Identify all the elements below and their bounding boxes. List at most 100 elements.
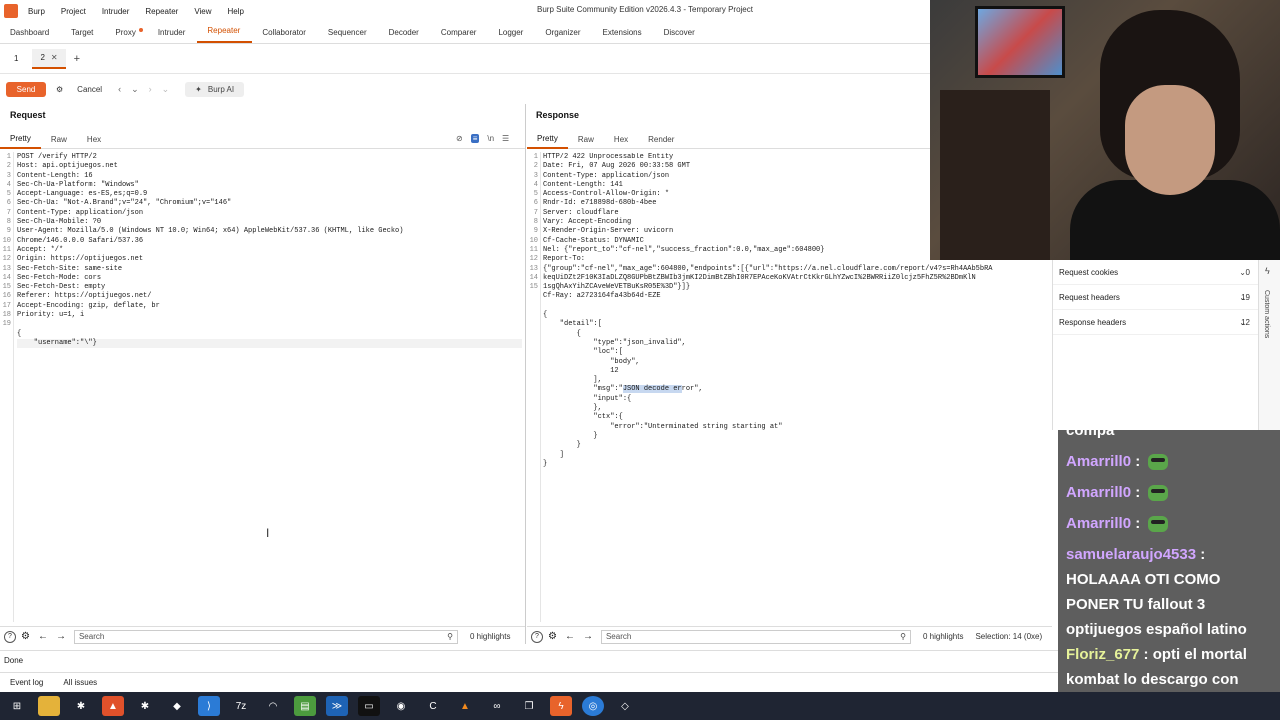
tab-dashboard[interactable]: Dashboard	[0, 23, 61, 43]
gear-icon[interactable]: ⚙	[548, 631, 557, 642]
inspector-request-cookies[interactable]: Request cookies 0 ⌄	[1053, 260, 1280, 285]
code-line: 12	[543, 366, 619, 375]
forward-icon[interactable]: ›	[145, 84, 156, 94]
back-icon[interactable]: ‹	[114, 84, 125, 94]
request-view-tabs: Pretty Raw Hex	[0, 131, 525, 149]
send-button[interactable]: Send	[6, 81, 46, 97]
lightning-icon[interactable]: ϟ	[1265, 266, 1270, 276]
tab-repeater[interactable]: Repeater	[197, 23, 253, 43]
tab-collaborator[interactable]: Collaborator	[252, 23, 318, 43]
chevron-down-icon[interactable]: ⌄	[127, 84, 143, 95]
status-bar: Done	[0, 650, 1058, 670]
tab-proxy[interactable]: Proxy	[105, 23, 147, 43]
windows-start-icon[interactable]: ⊞	[6, 696, 28, 716]
inspector-response-headers[interactable]: Response headers 12 ⌄	[1053, 310, 1280, 335]
webcam-overlay	[930, 0, 1280, 260]
forward-icon[interactable]: →	[56, 631, 66, 642]
selected-text: JSON decode er	[622, 385, 682, 394]
response-tab-render[interactable]: Render	[638, 131, 684, 149]
file-explorer-icon[interactable]	[38, 696, 60, 716]
help-icon[interactable]: ?	[4, 630, 16, 643]
vlc-icon[interactable]: ▲	[454, 696, 476, 716]
response-tab-pretty[interactable]: Pretty	[527, 131, 568, 149]
inspector-request-headers[interactable]: Request headers 19 ⌄	[1053, 285, 1280, 310]
menu-view[interactable]: View	[186, 7, 219, 16]
wireshark-icon[interactable]: ◠	[262, 696, 284, 716]
ccleaner-icon[interactable]: C	[422, 696, 444, 716]
chevron-down-icon: ⌄	[1239, 267, 1246, 277]
7zip-icon[interactable]: 7z	[230, 696, 252, 716]
menu-burp[interactable]: Burp	[20, 7, 53, 16]
chrome-icon[interactable]: ◎	[582, 696, 604, 716]
close-icon[interactable]: ✕	[51, 53, 58, 62]
tab-logger[interactable]: Logger	[488, 23, 535, 43]
burp-suite-icon[interactable]: ϟ	[550, 696, 572, 716]
proton-vpn-icon[interactable]: ◆	[166, 696, 188, 716]
inspector-panel: Request cookies 0 ⌄ Request headers 19 ⌄ Respo…	[1052, 260, 1280, 430]
search-icon: ⚲	[900, 631, 906, 641]
tab-decoder[interactable]: Decoder	[379, 23, 431, 43]
menu-intruder[interactable]: Intruder	[94, 7, 138, 16]
chat-message: compa	[1066, 430, 1276, 443]
repeater-tab-2[interactable]: 2 ✕	[32, 48, 66, 69]
notepad-icon[interactable]: ▤	[294, 696, 316, 716]
help-icon[interactable]: ?	[531, 630, 543, 643]
code-line: keqUiDZt2F10K3IaDLZQ8GUPbBtZBWIb3jmKI2Di…	[543, 273, 976, 282]
windows-icon[interactable]: ❐	[518, 696, 540, 716]
request-tab-raw[interactable]: Raw	[41, 131, 77, 149]
hide-icon[interactable]: ⊘	[456, 134, 463, 143]
pretty-format-icon[interactable]: ≡	[470, 134, 480, 143]
tab-intruder[interactable]: Intruder	[148, 23, 198, 43]
custom-actions-sidebar[interactable]: ϟ Custom actions	[1258, 260, 1280, 430]
event-log-tab[interactable]: Event log	[10, 678, 43, 687]
repeater-tab-1[interactable]: 1	[6, 49, 26, 69]
forward-icon[interactable]: →	[583, 631, 593, 642]
response-tab-hex[interactable]: Hex	[604, 131, 638, 149]
window-title: Burp Suite Community Edition v2026.4.3 -…	[537, 5, 753, 14]
code-line: Origin: https://optijuegos.net	[17, 255, 144, 264]
line-number: 13	[529, 264, 538, 273]
pane-divider[interactable]	[525, 104, 526, 644]
menu-help[interactable]: Help	[220, 7, 252, 16]
cancel-button[interactable]: Cancel	[77, 85, 102, 94]
tab-organizer[interactable]: Organizer	[535, 23, 592, 43]
app-icon[interactable]: ◇	[614, 696, 636, 716]
code-line: Host: api.optijuegos.net	[17, 162, 118, 171]
visual-studio-icon[interactable]: ∞	[486, 696, 508, 716]
request-tab-hex[interactable]: Hex	[77, 131, 111, 149]
add-tab-icon[interactable]: +	[74, 53, 80, 65]
response-tab-raw[interactable]: Raw	[568, 131, 604, 149]
tab-target[interactable]: Target	[61, 23, 105, 43]
tab-comparer[interactable]: Comparer	[431, 23, 489, 43]
menu-repeater[interactable]: Repeater	[137, 7, 186, 16]
request-search-input[interactable]: Search ⚲	[73, 629, 458, 644]
gear-icon[interactable]: ⚙	[21, 631, 30, 642]
burp-ai-button[interactable]: ✦ Burp AI	[185, 81, 245, 97]
response-search-input[interactable]: Search ⚲	[600, 629, 911, 644]
chevron-down-icon[interactable]: ⌄	[158, 84, 174, 95]
code-line: Sec-Fetch-Mode: cors	[17, 273, 102, 282]
back-icon[interactable]: ←	[38, 631, 48, 642]
tab-extensions[interactable]: Extensions	[592, 23, 653, 43]
app-icon[interactable]: ✱	[134, 696, 156, 716]
tab-discover[interactable]: Discover	[654, 23, 707, 43]
all-issues-tab[interactable]: All issues	[63, 678, 97, 687]
obs-icon[interactable]: ◉	[390, 696, 412, 716]
tab-sequencer[interactable]: Sequencer	[318, 23, 379, 43]
terminal-icon[interactable]: ▭	[358, 696, 380, 716]
request-editor[interactable]: POST /verify HTTP/2 Host: api.optijuegos.…	[17, 153, 522, 349]
back-icon[interactable]: ←	[565, 631, 575, 642]
gear-icon[interactable]: ⚙	[56, 85, 63, 94]
code-line: }	[543, 441, 581, 450]
newline-icon[interactable]: \n	[487, 134, 494, 143]
menu-icon[interactable]: ☰	[502, 134, 509, 143]
line-number: 7	[6, 208, 11, 217]
menu-project[interactable]: Project	[53, 7, 94, 16]
powershell-icon[interactable]: ≫	[326, 696, 348, 716]
vscode-icon[interactable]: ⟩	[198, 696, 220, 716]
brave-browser-icon[interactable]: ▲	[102, 696, 124, 716]
status-text: Done	[4, 656, 24, 665]
chat-text: compa	[1066, 430, 1115, 439]
request-tab-pretty[interactable]: Pretty	[0, 131, 41, 149]
app-icon[interactable]: ✱	[70, 696, 92, 716]
